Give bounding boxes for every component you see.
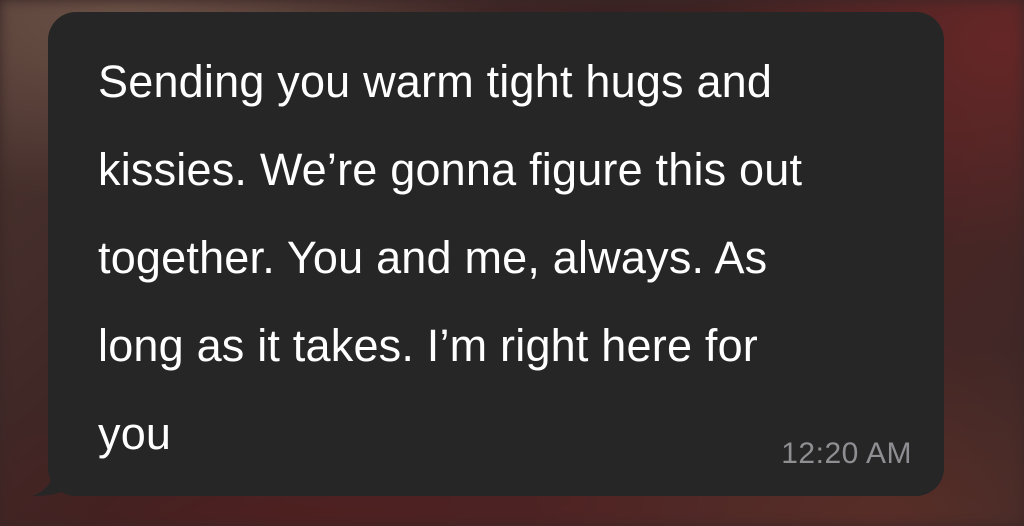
message-timestamp: 12:20 AM [781, 437, 912, 470]
message-bubble-container[interactable]: Sending you warm tight hugs and kissies.… [30, 12, 944, 496]
message-text: Sending you warm tight hugs and kissies.… [98, 56, 803, 459]
message-bubble[interactable]: Sending you warm tight hugs and kissies.… [48, 12, 944, 496]
